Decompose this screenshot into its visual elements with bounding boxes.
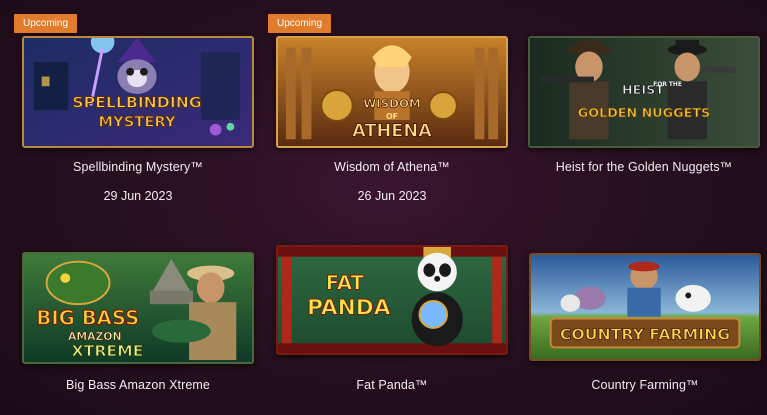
game-art: FAT PANDA [278,247,506,353]
release-date: 29 Jun 2023 [103,189,173,203]
game-title[interactable]: Spellbinding Mystery™ [22,160,254,174]
games-grid: Upcoming SPELLBINDING MYSTERY Spellbindi… [0,0,767,415]
game-thumbnail[interactable]: BIG BASS AMAZON XTREME [22,252,254,364]
game-title[interactable]: Big Bass Amazon Xtreme [22,378,254,392]
release-date: 26 Jun 2023 [357,189,427,203]
logo-line-2: AMAZON [68,330,121,343]
game-title[interactable]: Fat Panda™ [276,378,508,392]
logo-line-1: BIG BASS [36,307,139,330]
logo-line-1: COUNTRY FARMING [560,326,730,344]
logo-line-1: FAT [326,272,365,295]
logo-line-2: PANDA [307,296,391,321]
logo-line-2: OF [386,112,398,121]
game-art: COUNTRY FARMING [531,255,759,359]
upcoming-badge: Upcoming [268,14,332,33]
game-art: SPELLBINDING MYSTERY [24,38,252,146]
game-art: WISDOM OF ATHENA [278,38,506,146]
game-thumbnail[interactable]: FAT PANDA [276,245,508,355]
logo-line-1: SPELLBINDING [72,94,201,112]
game-thumbnail[interactable]: WISDOM OF ATHENA [276,36,508,148]
logo-line-1: WISDOM [363,97,420,111]
game-thumbnail[interactable]: SPELLBINDING MYSTERY [22,36,254,148]
game-title[interactable]: Country Farming™ [529,378,761,392]
upcoming-badge: Upcoming [14,14,78,33]
game-thumbnail[interactable]: COUNTRY FARMING [529,253,761,361]
game-art: BIG BASS AMAZON XTREME [24,254,252,362]
logo-line-2: FOR THE [653,82,682,88]
logo-line-3: XTREME [72,342,144,360]
game-thumbnail[interactable]: HEIST FOR THE GOLDEN NUGGETS [528,36,760,148]
logo-line-3: ATHENA [352,122,432,142]
logo-line-2: MYSTERY [98,114,176,131]
game-title[interactable]: Wisdom of Athena™ [276,160,508,174]
game-title[interactable]: Heist for the Golden Nuggets™ [528,160,760,174]
game-art: HEIST FOR THE GOLDEN NUGGETS [530,38,758,146]
logo-line-3: GOLDEN NUGGETS [578,105,710,120]
